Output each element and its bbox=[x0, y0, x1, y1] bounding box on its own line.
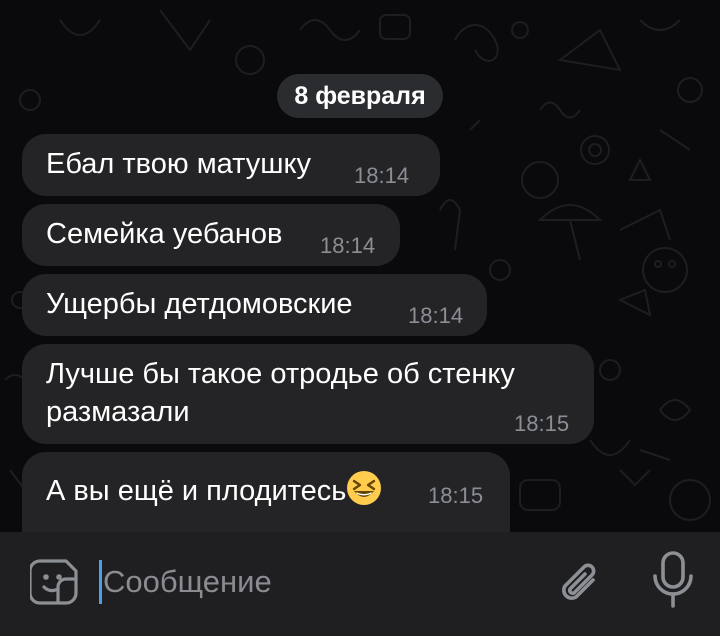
message-text: Ебал твою матушку bbox=[46, 148, 312, 180]
message-time: 18:14 bbox=[320, 233, 376, 258]
microphone-icon[interactable] bbox=[650, 550, 696, 610]
grinning-squinting-face-icon bbox=[347, 471, 382, 505]
message-text-row: А вы ещё и плодитесь bbox=[46, 470, 382, 510]
message-input[interactable]: Сообщение bbox=[103, 560, 272, 604]
message-time: 18:14 bbox=[408, 303, 464, 328]
message-text-line2: размазали bbox=[46, 396, 190, 428]
message-bubble[interactable]: А вы ещё и плодитесь 18:15 bbox=[22, 452, 510, 532]
message-text: А вы ещё и плодитесь bbox=[46, 475, 347, 507]
message-time: 18:15 bbox=[428, 483, 484, 508]
text-cursor bbox=[99, 560, 102, 604]
message-text-line1: Лучше бы такое отродье об стенку bbox=[46, 358, 515, 390]
message-bubble[interactable]: Ебал твою матушку 18:14 bbox=[22, 134, 440, 196]
message-bubble[interactable]: Семейка уебанов 18:14 bbox=[22, 204, 400, 266]
date-divider: 8 февраля bbox=[277, 74, 443, 118]
date-divider-label: 8 февраля bbox=[294, 81, 426, 110]
message-bubble[interactable]: Ущербы детдомовские 18:14 bbox=[22, 274, 487, 336]
sticker-icon[interactable] bbox=[30, 557, 80, 607]
message-time: 18:14 bbox=[354, 163, 410, 188]
paperclip-icon[interactable] bbox=[553, 554, 603, 608]
message-time: 18:15 bbox=[514, 411, 570, 436]
message-text: Ущербы детдомовские bbox=[46, 288, 353, 320]
message-text: Семейка уебанов bbox=[46, 218, 283, 250]
message-bubble[interactable]: Лучше бы такое отродье об стенку размаза… bbox=[22, 344, 594, 444]
